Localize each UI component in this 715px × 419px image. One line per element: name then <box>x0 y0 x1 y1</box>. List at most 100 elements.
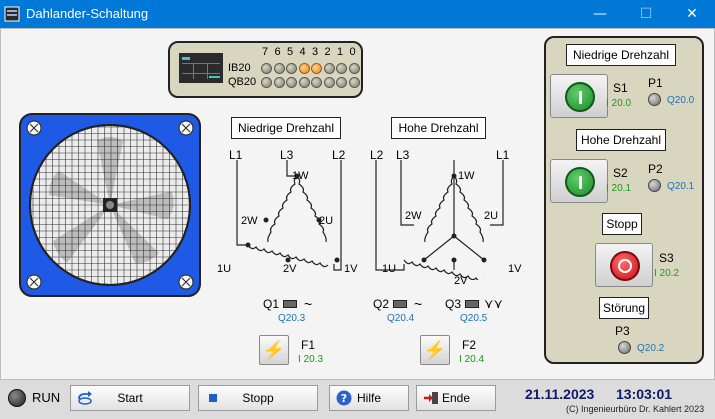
stopp-button[interactable]: Stopp <box>198 385 318 411</box>
q1-label: Q1 <box>263 297 280 311</box>
qb20-bit-led-icon <box>323 77 335 88</box>
plc-module-icon <box>179 53 223 83</box>
qb20-bit-led-icon <box>261 77 272 88</box>
run-status-led-icon <box>8 389 26 407</box>
p2-address: Q20.1 <box>667 181 695 192</box>
high-1u: 1U <box>382 263 397 275</box>
p2-label: P2 <box>648 162 663 176</box>
q1-contactor-icon <box>283 300 297 308</box>
q1-address: Q20.3 <box>278 313 306 324</box>
f1-fuse-button[interactable]: ⚡ <box>259 335 289 365</box>
s3-address: I 20.2 <box>654 268 680 279</box>
f2-fuse-button[interactable]: ⚡ <box>420 335 450 365</box>
control-stop-title: Stopp <box>602 213 642 235</box>
s3-stop-button[interactable] <box>595 243 653 287</box>
qb20-bit-led-icon <box>286 77 297 88</box>
low-2w: 2W <box>241 215 258 227</box>
bit-index-label: 6 <box>274 46 281 58</box>
hilfe-label: Hilfe <box>356 391 381 405</box>
q2-label: Q2 <box>373 297 390 311</box>
high-l1: L1 <box>496 148 510 162</box>
minimize-button[interactable]: — <box>577 0 623 28</box>
ende-button[interactable]: Ende <box>416 385 496 411</box>
low-2u: 2U <box>319 215 334 227</box>
hilfe-button[interactable]: ? Hilfe <box>329 385 409 411</box>
q2-symbol: ~ <box>414 296 423 312</box>
plc-status-panel: IB20 QB20 76543210 <box>168 41 363 98</box>
s1-start-low-button[interactable] <box>550 74 608 118</box>
window-title: Dahlander-Schaltung <box>26 6 149 21</box>
q1-symbol: ~ <box>304 296 313 312</box>
bit-index-label: 0 <box>349 46 356 58</box>
lightning-icon: ⚡ <box>423 340 447 360</box>
low-1v: 1V <box>344 263 358 275</box>
s2-address: I 20.1 <box>606 183 632 194</box>
low-speed-winding-diagram <box>236 160 342 271</box>
high-1w: 1W <box>458 170 475 182</box>
red-knob-icon <box>610 251 640 281</box>
low-speed-title: Niedrige Drehzahl <box>231 117 341 139</box>
qb20-bit-led-icon <box>311 77 322 88</box>
copyright-text: (C) Ingenieurbüro Dr. Kahlert 2023 <box>566 404 705 414</box>
bit-index-label: 5 <box>287 46 294 58</box>
p3-lamp-icon <box>618 341 631 354</box>
control-fault-title: Störung <box>599 297 649 319</box>
s3-label: S3 <box>659 251 674 265</box>
current-time: 13:03:01 <box>616 386 673 402</box>
s2-label: S2 <box>613 166 628 180</box>
s1-address: I 20.0 <box>606 98 632 109</box>
f2-label: F2 <box>462 338 477 352</box>
close-button[interactable]: ✕ <box>669 0 715 28</box>
maximize-button[interactable]: ☐ <box>623 0 669 28</box>
low-1w: 1W <box>292 170 309 182</box>
low-2v: 2V <box>283 263 297 275</box>
f1-label: F1 <box>301 338 316 352</box>
control-low-title: Niedrige Drehzahl <box>566 44 676 66</box>
bit-index-label: 3 <box>312 46 319 58</box>
p3-address: Q20.2 <box>637 343 665 354</box>
low-l2: L2 <box>332 148 346 162</box>
lightning-icon: ⚡ <box>262 340 286 360</box>
run-label: RUN <box>32 390 61 405</box>
p1-lamp-icon <box>648 93 661 106</box>
low-l1: L1 <box>229 148 243 162</box>
bit-index-label: 2 <box>324 46 331 58</box>
bottom-toolbar: RUN Start Stopp ? Hilfe Ende 21.11.2023 … <box>0 380 715 419</box>
start-label: Start <box>117 391 143 405</box>
s1-label: S1 <box>613 81 628 95</box>
f2-address: I 20.4 <box>459 354 485 365</box>
qb20-bit-led-icon <box>298 77 310 88</box>
ib20-bit-led-icon <box>323 63 335 74</box>
high-2w: 2W <box>405 210 422 222</box>
ib20-label: IB20 <box>228 62 251 74</box>
current-date: 21.11.2023 <box>525 386 595 402</box>
p1-label: P1 <box>648 76 663 90</box>
bit-index-label: 4 <box>299 46 306 58</box>
start-button[interactable]: Start <box>70 385 190 411</box>
ib20-bit-led-icon <box>348 63 360 74</box>
s2-start-high-button[interactable] <box>550 159 608 203</box>
high-2v: 2V <box>454 275 468 287</box>
low-l3: L3 <box>280 148 294 162</box>
stopp-label: Stopp <box>242 391 274 405</box>
qb20-bit-led-icon <box>336 77 347 88</box>
p3-label: P3 <box>615 324 630 338</box>
low-1u: 1U <box>217 263 232 275</box>
ib20-bit-led-icon <box>298 63 310 74</box>
control-high-title: Hohe Drehzahl <box>576 129 666 151</box>
green-knob-icon <box>565 82 595 112</box>
bit-index-label: 1 <box>337 46 344 58</box>
app-icon <box>4 6 20 22</box>
high-2u: 2U <box>484 210 499 222</box>
qb20-label: QB20 <box>228 76 257 88</box>
ib20-bit-led-icon <box>273 63 285 74</box>
qb20-bit-led-icon <box>273 77 285 88</box>
high-l3: L3 <box>396 148 410 162</box>
fan-motor <box>19 113 201 297</box>
f1-address: I 20.3 <box>298 354 324 365</box>
ib20-bit-led-icon <box>336 63 347 74</box>
ib20-bit-led-icon <box>311 63 322 74</box>
bit-index-label: 7 <box>262 46 269 58</box>
ende-label: Ende <box>441 391 471 405</box>
q3-label: Q3 <box>445 297 462 311</box>
